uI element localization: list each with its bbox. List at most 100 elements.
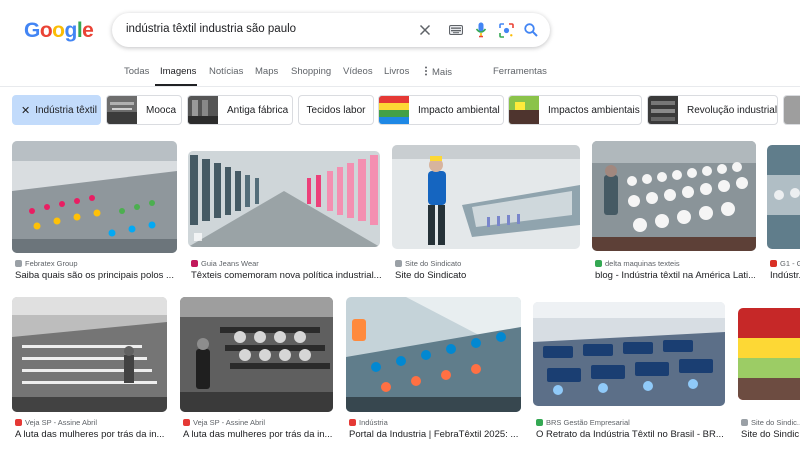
image-result[interactable]: delta maquinas texteis blog - Indústria … [592,141,756,283]
logo-letter: o [52,19,65,42]
chip-more[interactable] [783,95,800,125]
result-title[interactable]: A luta das mulheres por trás da in... [183,429,333,440]
source-name: Site do Sindic... [751,418,800,427]
result-image[interactable] [346,297,521,412]
favicon [536,419,543,426]
source-name: delta maquinas texteis [605,259,680,268]
chip-label: Impacto ambiental [418,104,500,116]
search-input[interactable]: indústria têxtil industria são paulo [126,23,296,35]
chip-industria-textil[interactable]: ✕ Indústria têxtil [12,95,101,125]
source-name: Febratex Group [25,259,78,268]
result-image[interactable] [12,297,167,412]
image-result[interactable]: Guia Jeans Wear Têxteis comemoram nova p… [188,151,383,283]
chip-label: Indústria têxtil [35,104,97,116]
result-source: Febratex Group [15,259,78,268]
result-title[interactable]: Saiba quais são os principais polos ... [15,270,177,281]
result-image[interactable] [188,151,380,247]
chip-thumbnail [648,96,678,124]
chip-mooca[interactable]: Mooca [106,95,182,125]
chip-thumbnail [784,96,800,124]
image-result[interactable]: Site do Sindic... Site do Sindic... [738,308,800,442]
result-source: delta maquinas texteis [595,259,680,268]
result-title[interactable]: blog - Indústria têxtil na América Lati.… [595,270,755,281]
logo-letter: e [82,19,94,42]
tab-imagens[interactable]: Imagens [160,66,196,77]
tab-maps[interactable]: Maps [255,66,278,77]
tab-shopping[interactable]: Shopping [291,66,331,77]
image-result[interactable]: Veja SP - Assine Abril A luta das mulher… [180,297,333,442]
result-title[interactable]: O Retrato da Indústria Têxtil no Brasil … [536,429,726,440]
close-icon[interactable]: ✕ [13,104,30,117]
search-icon[interactable] [521,20,541,40]
logo-letter: G [24,19,40,42]
result-source: Veja SP - Assine Abril [15,418,97,427]
chip-impactos-ambientais[interactable]: Impactos ambientais [508,95,642,125]
result-image[interactable] [12,141,177,253]
header-divider [0,86,800,87]
result-image[interactable] [533,302,725,406]
result-title[interactable]: Indústr... [770,270,800,281]
chip-antiga-fabrica[interactable]: Antiga fábrica [187,95,293,125]
tab-videos[interactable]: Vídeos [343,66,373,77]
chip-thumbnail [107,96,137,124]
result-source: Site do Sindic... [741,418,800,427]
result-source: Indústria [349,418,388,427]
source-name: Indústria [359,418,388,427]
result-title[interactable]: Portal da Industria | FebraTêxtil 2025: … [349,429,521,440]
result-image[interactable] [392,145,580,249]
favicon [183,419,190,426]
microphone-icon[interactable] [471,20,491,40]
favicon [395,260,402,267]
logo-letter: o [39,19,53,42]
result-title[interactable]: A luta das mulheres por trás da in... [15,429,167,440]
result-source: Veja SP - Assine Abril [183,418,265,427]
favicon [15,419,22,426]
tab-todas[interactable]: Todas [124,66,149,77]
tab-mais[interactable]: Mais [424,66,452,78]
favicon [770,260,777,267]
lens-icon[interactable] [496,20,516,40]
search-box[interactable]: indústria têxtil industria são paulo [112,13,550,47]
favicon [741,419,748,426]
tab-mais-label: Mais [432,67,453,78]
close-icon[interactable] [415,20,435,40]
favicon [15,260,22,267]
favicon [191,260,198,267]
image-result[interactable]: Site do Sindicato Site do Sindicato [392,145,580,283]
google-logo[interactable]: Google [24,19,94,43]
chip-tecidos-labor[interactable]: Tecidos labor [298,95,374,125]
image-result[interactable]: Veja SP - Assine Abril A luta das mulher… [12,297,167,442]
favicon [349,419,356,426]
result-source: G1 - G... [770,259,800,268]
image-result[interactable]: G1 - G... Indústr... [767,145,800,283]
source-name: G1 - G... [780,259,800,268]
tab-livros[interactable]: Livros [384,66,409,77]
chip-thumbnail [188,96,218,124]
chip-revolucao-industrial[interactable]: Revolução industrial [647,95,778,125]
result-image[interactable] [738,308,800,400]
result-title[interactable]: Site do Sindic... [741,429,800,440]
source-name: Site do Sindicato [405,259,462,268]
keyboard-icon[interactable] [446,20,466,40]
more-vert-icon [425,66,427,76]
image-result[interactable]: Indústria Portal da Industria | FebraTêx… [346,297,521,442]
tab-noticias[interactable]: Notícias [209,66,243,77]
chip-label: Tecidos labor [306,104,366,116]
favicon [595,260,602,267]
tab-ferramentas[interactable]: Ferramentas [493,66,547,77]
logo-letter: g [64,19,78,42]
image-result[interactable]: Febratex Group Saiba quais são os princi… [12,141,177,283]
result-title[interactable]: Site do Sindicato [395,270,581,281]
image-result[interactable]: BRS Gestão Empresarial O Retrato da Indú… [533,302,725,442]
chip-label: Impactos ambientais [548,104,640,116]
source-name: BRS Gestão Empresarial [546,418,630,427]
result-image[interactable] [180,297,333,412]
result-source: Guia Jeans Wear [191,259,259,268]
result-title[interactable]: Têxteis comemoram nova política industri… [191,270,383,281]
result-source: Site do Sindicato [395,259,461,268]
chip-impacto-ambiental[interactable]: Impacto ambiental [378,95,504,125]
result-image[interactable] [592,141,756,251]
result-source: BRS Gestão Empresarial [536,418,630,427]
chip-thumbnail [509,96,539,124]
result-image[interactable] [767,145,800,249]
